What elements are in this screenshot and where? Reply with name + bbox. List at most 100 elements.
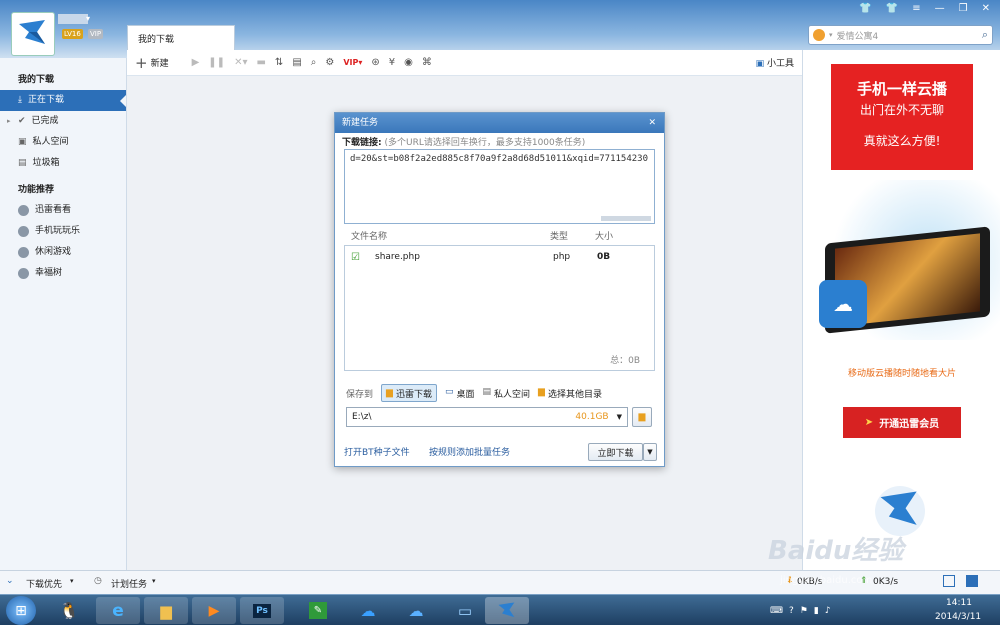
url-textarea[interactable]: d=20&st=b08f2a2ed885c8f70a9f2a8d68d51011… <box>344 149 655 224</box>
sidebar-item-trash[interactable]: ▤ 垃圾箱 <box>0 153 126 174</box>
chevron-down-icon[interactable]: ▾ <box>829 31 833 39</box>
network-icon[interactable]: ▮ <box>814 606 819 616</box>
sidebar-item-private[interactable]: ▣ 私人空间 <box>0 132 126 153</box>
minimize-icon[interactable]: — <box>935 3 945 14</box>
qq-app-icon[interactable]: 🐧 <box>47 597 91 624</box>
delete-icon[interactable]: ✕▾ <box>234 57 247 68</box>
batch-add-link[interactable]: 按规则添加批量任务 <box>429 445 510 458</box>
money-icon[interactable]: ¥ <box>389 57 395 68</box>
open-vip-button[interactable]: ➤ 开通迅雷会员 <box>843 407 961 438</box>
plus-icon[interactable]: + <box>135 54 148 72</box>
browse-folder-button[interactable]: ▆ <box>632 407 652 427</box>
keyboard-icon[interactable]: ⌨ <box>770 606 783 616</box>
schedule-button[interactable]: 计划任务 <box>111 577 147 590</box>
scrollbar[interactable] <box>601 216 651 221</box>
mobile-icon <box>18 226 29 237</box>
search-input[interactable]: ▾ 爱情公寓4 ⌕ <box>808 25 993 45</box>
ie-app-icon[interactable]: e <box>96 597 140 624</box>
game-icon[interactable]: ⌘ <box>422 57 432 68</box>
start-button[interactable]: ⊞ <box>6 596 36 625</box>
globe-icon[interactable]: ◉ <box>404 57 413 68</box>
close-icon[interactable]: ✕ <box>982 3 990 14</box>
sidebar-item-mobile[interactable]: 手机玩玩乐 <box>0 221 126 242</box>
green-app-icon[interactable]: ✎ <box>296 597 340 624</box>
explorer-app-icon[interactable]: ▆ <box>144 597 188 624</box>
close-icon[interactable]: ✕ <box>648 113 656 133</box>
flag-icon[interactable]: ⚑ <box>800 606 808 616</box>
game-icon <box>18 247 29 258</box>
search-icon[interactable]: ⌕ <box>982 28 988 42</box>
username-field[interactable] <box>58 14 88 24</box>
system-tray: ⌨ ? ⚑ ▮ ♪ <box>770 597 940 624</box>
cloud-sync-app-icon[interactable]: ☁ <box>394 597 438 624</box>
priority-button[interactable]: 下载优先 <box>26 577 62 590</box>
volume-icon[interactable]: ♪ <box>825 606 831 616</box>
vip-icon[interactable]: VIP▾ <box>343 58 362 67</box>
speedup-icon[interactable]: ⊛ <box>371 57 379 68</box>
checkbox-checked-icon[interactable]: ☑ <box>351 252 360 263</box>
settings-icon[interactable]: ⚙ <box>325 57 334 68</box>
download-now-button[interactable]: 立即下载 <box>588 443 643 461</box>
ad-image[interactable]: ☁ <box>817 180 1000 340</box>
save-location-row: 保存到 ▆ 迅雷下载 ▭ 桌面 ▤ 私人空间 ▆ 选择其他目录 <box>346 384 666 402</box>
sidebar-item-kankan[interactable]: 迅雷看看 <box>0 200 126 221</box>
video-icon <box>18 205 29 216</box>
photoshop-app-icon[interactable]: Ps <box>240 597 284 624</box>
tab-my-downloads[interactable]: 我的下载 <box>127 25 235 50</box>
user-avatar[interactable] <box>11 12 55 56</box>
skin2-icon[interactable]: 👕 <box>886 3 898 14</box>
active-marker <box>120 95 126 107</box>
chevron-down-icon[interactable]: ▾ <box>86 14 90 23</box>
dialog-title: 新建任务 <box>342 118 379 128</box>
ad-banner[interactable]: 手机一样云播 出门在外不无聊 真就这么方便! <box>831 64 973 170</box>
menu-icon[interactable]: ≡ <box>912 3 920 14</box>
media-player-icon[interactable]: ▶ <box>192 597 236 624</box>
mini-mode-icon[interactable] <box>966 575 978 587</box>
tools-button[interactable]: ▣ 小工具 <box>756 56 794 69</box>
download-options-button[interactable]: ▼ <box>643 443 657 461</box>
thunder-app-icon[interactable] <box>485 597 529 624</box>
ad-headline: 手机一样云播 <box>856 80 947 98</box>
sidebar-item-downloading[interactable]: ⤓ 正在下载 <box>0 90 126 111</box>
cloud-drive-app-icon[interactable]: ▭ <box>443 597 487 624</box>
location-private[interactable]: ▤ 私人空间 <box>482 387 530 400</box>
pause-icon[interactable]: ❚❚ <box>208 57 225 68</box>
clock-date[interactable]: 2014/3/11 <box>935 612 981 622</box>
maximize-icon[interactable]: ❐ <box>959 3 968 14</box>
help-icon[interactable]: ? <box>789 606 794 616</box>
folder-icon: ▆ <box>538 386 545 397</box>
file-row[interactable]: ☑ share.php php 0B <box>351 252 651 266</box>
skin-icon[interactable]: 👕 <box>859 3 871 14</box>
folder-icon: ▆ <box>386 388 393 398</box>
url-value: d=20&st=b08f2a2ed885c8f70a9f2a8d68d51011… <box>350 154 649 164</box>
details-icon[interactable]: ▤ <box>292 57 301 68</box>
thunder-bird-logo-icon <box>19 20 45 44</box>
priority-icon[interactable]: ⌄ <box>6 576 14 586</box>
chevron-down-icon[interactable]: ▼ <box>617 413 622 421</box>
path-value: E:\z\ <box>352 412 372 422</box>
sidebar-item-tree[interactable]: 幸福树 <box>0 263 126 284</box>
sidebar-item-games[interactable]: 休闲游戏 <box>0 242 126 263</box>
sidebar-section-recommend: 功能推荐 <box>18 185 55 195</box>
clock-time[interactable]: 14:11 <box>946 598 972 608</box>
location-xunlei[interactable]: ▆ 迅雷下载 <box>381 384 437 402</box>
sidebar-item-completed[interactable]: ▸ ✔ 已完成 <box>0 111 126 132</box>
folder-icon[interactable]: ▬ <box>256 57 265 68</box>
location-desktop[interactable]: ▭ 桌面 <box>445 387 475 400</box>
float-window-icon[interactable] <box>943 575 955 587</box>
chevron-down-icon[interactable]: ▾ <box>152 577 156 585</box>
new-task-button[interactable]: 新建 <box>151 56 169 69</box>
open-bt-link[interactable]: 打开BT种子文件 <box>344 445 410 458</box>
sort-icon[interactable]: ⇅ <box>275 57 283 68</box>
location-other[interactable]: ▆ 选择其他目录 <box>538 387 602 400</box>
chevron-down-icon[interactable]: ▾ <box>70 577 74 585</box>
leaf-icon <box>18 268 29 279</box>
search-icon[interactable]: ⌕ <box>311 57 317 68</box>
search-engine-icon[interactable] <box>813 29 825 41</box>
cloud-app-icon[interactable]: ☁ <box>346 597 390 624</box>
sidebar-item-label: 迅雷看看 <box>35 205 72 215</box>
path-select[interactable]: E:\z\ 40.1GB ▼ <box>346 407 628 427</box>
play-icon[interactable]: ▶ <box>192 57 200 68</box>
url-label-row: 下载链接: (多个URL请选择回车换行，最多支持1000条任务) <box>342 135 585 148</box>
expand-icon[interactable]: ▸ <box>7 111 11 132</box>
